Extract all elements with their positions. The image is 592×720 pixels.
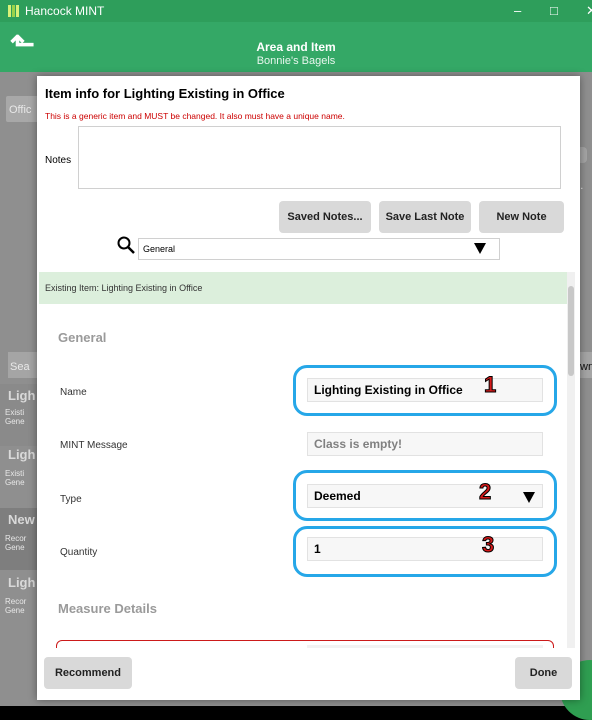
window-titlebar: Hancock MINT – □ ✕ bbox=[0, 0, 592, 22]
done-button[interactable]: Done bbox=[515, 657, 572, 689]
app-logo-icon bbox=[8, 5, 20, 17]
section-measure-details: Measure Details bbox=[58, 601, 157, 616]
bg-down-fragment: wn bbox=[580, 361, 592, 373]
saved-notes-button[interactable]: Saved Notes... bbox=[279, 201, 371, 233]
new-note-button[interactable]: New Note bbox=[479, 201, 564, 233]
name-label: Name bbox=[60, 387, 87, 398]
mint-message-label: MINT Message bbox=[60, 440, 128, 451]
mint-message-value: Class is empty! bbox=[307, 432, 543, 456]
callout-number-2: 2 bbox=[478, 479, 492, 505]
warning-text: This is a generic item and MUST be chang… bbox=[45, 111, 345, 121]
search-icon[interactable] bbox=[116, 235, 138, 257]
header-title: Area and Item bbox=[256, 40, 336, 54]
type-label: Type bbox=[60, 494, 82, 505]
category-select-value: General bbox=[143, 244, 176, 254]
section-general: General bbox=[58, 330, 107, 345]
header-subtitle: Bonnie's Bagels bbox=[256, 55, 336, 67]
app-header: ⬑ Area and Item Bonnie's Bagels bbox=[0, 22, 592, 72]
existing-item-banner: Existing Item: Lighting Existing in Offi… bbox=[39, 272, 567, 304]
bg-tab-fragment: Offic bbox=[9, 104, 32, 116]
item-info-dialog: Item info for Lighting Existing in Offic… bbox=[37, 76, 580, 700]
dialog-title: Item info for Lighting Existing in Offic… bbox=[45, 86, 285, 101]
callout-1 bbox=[293, 365, 557, 416]
dropdown-arrow-icon bbox=[473, 241, 487, 255]
callout-2 bbox=[293, 470, 557, 521]
callout-number-1: 1 bbox=[483, 372, 497, 398]
notes-label: Notes bbox=[45, 155, 72, 166]
close-button[interactable]: ✕ bbox=[586, 3, 592, 19]
window-title: Hancock MINT bbox=[25, 4, 105, 18]
scrollbar-track[interactable] bbox=[567, 272, 575, 648]
bg-search-fragment: Sea bbox=[10, 361, 30, 373]
category-select[interactable]: General bbox=[138, 238, 500, 260]
scrollbar-thumb[interactable] bbox=[568, 286, 574, 376]
maximize-button[interactable]: □ bbox=[550, 3, 558, 18]
recommend-button[interactable]: Recommend bbox=[44, 657, 132, 689]
quantity-label: Quantity bbox=[60, 547, 98, 558]
callout-number-3: 3 bbox=[481, 532, 495, 558]
form-scroll-area[interactable]: Existing Item: Lighting Existing in Offi… bbox=[39, 272, 575, 648]
callout-3 bbox=[293, 526, 557, 577]
minimize-button[interactable]: – bbox=[514, 3, 521, 18]
app-window: Hancock MINT – □ ✕ ⬑ Area and Item Bonni… bbox=[0, 0, 592, 720]
notes-textarea[interactable] bbox=[78, 126, 561, 189]
save-last-note-button[interactable]: Save Last Note bbox=[379, 201, 471, 233]
